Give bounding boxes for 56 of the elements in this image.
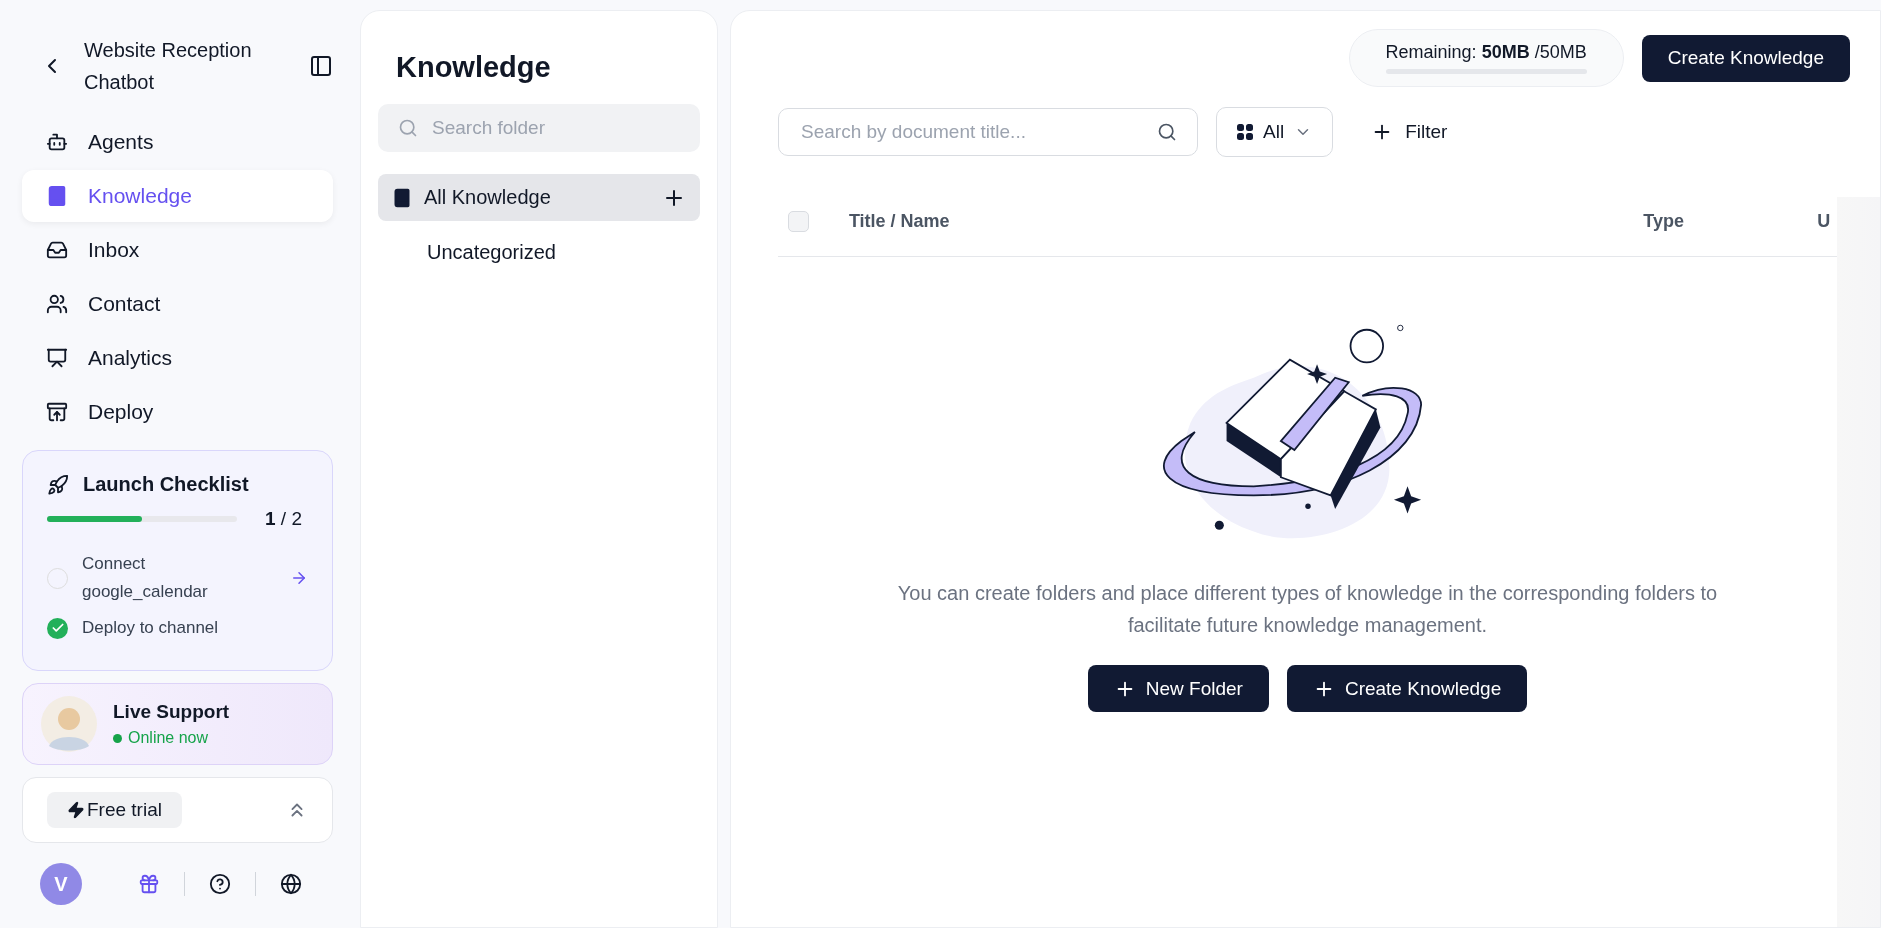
help-icon	[209, 873, 231, 895]
panel-title: Knowledge	[396, 51, 552, 84]
create-knowledge-button[interactable]: Create Knowledge	[1641, 34, 1850, 82]
filter-button[interactable]: Filter	[1351, 121, 1468, 143]
empty-message: You can create folders and place different types of knowledge in the corresponding folders to facilitate future knowledge management.	[896, 581, 1719, 638]
plan-label: Free trial	[87, 799, 162, 821]
column-header[interactable]: Type	[1643, 211, 1818, 232]
folder-item[interactable]: All Knowledge	[378, 174, 700, 221]
column-header[interactable]: U	[1817, 211, 1837, 232]
folder-search-field[interactable]: Search folder	[378, 104, 700, 152]
book-icon	[46, 185, 68, 207]
nav-item[interactable]: Knowledge	[22, 170, 333, 222]
nav-item[interactable]: Deploy	[22, 386, 333, 438]
book-icon	[392, 187, 412, 208]
globe-icon	[280, 873, 302, 895]
arrow-right-icon[interactable]	[290, 569, 308, 587]
column-header[interactable]: Title / Name	[848, 211, 1644, 232]
checklist-item: Connect google_calendar	[82, 553, 209, 603]
rocket-icon	[47, 473, 69, 496]
robot-icon	[46, 131, 68, 153]
document-search-field[interactable]: Search by document title...	[778, 108, 1198, 156]
progress-count: 1 / 2	[265, 508, 302, 530]
select-all-checkbox[interactable]	[788, 211, 809, 232]
new-folder-button[interactable]: New Folder	[1087, 665, 1269, 712]
chart-board-icon	[46, 347, 68, 369]
search-icon	[398, 118, 418, 138]
users-icon	[46, 293, 68, 315]
status-text: Online now	[128, 729, 209, 747]
help-button[interactable]	[209, 873, 231, 895]
create-knowledge-button[interactable]: Create Knowledge	[1286, 665, 1528, 712]
lightning-icon	[67, 801, 85, 819]
folder-search-input[interactable]: Search folder	[430, 116, 680, 140]
live-support-card[interactable]: Live Support Online now	[22, 683, 333, 765]
panel-icon	[309, 54, 333, 78]
inbox-icon	[46, 239, 68, 261]
nav-item[interactable]: Agents	[22, 116, 333, 168]
nav-item[interactable]: Contact	[22, 278, 333, 330]
gift-button[interactable]	[138, 873, 160, 895]
status-dot	[113, 733, 122, 743]
sidebar-toggle-button[interactable]	[309, 54, 333, 78]
checklist-title: Launch Checklist	[83, 473, 249, 496]
avatar-icon	[41, 696, 97, 752]
checklist-item: Deploy to channel	[82, 617, 220, 639]
storage-text: Remaining: 50MB /50MB	[1385, 42, 1587, 62]
grid-icon	[1237, 124, 1253, 140]
nav-item[interactable]: Analytics	[22, 332, 333, 384]
gift-icon	[138, 873, 160, 895]
type-dropdown[interactable]: All	[1216, 107, 1334, 157]
bot-name: Website Reception Chatbot	[84, 38, 253, 95]
nav-item[interactable]: Inbox	[22, 224, 333, 276]
folder-item[interactable]: Uncategorized	[378, 229, 700, 276]
search-icon	[1157, 122, 1177, 142]
download-box-icon	[46, 401, 68, 423]
support-title: Live Support	[113, 701, 230, 723]
language-button[interactable]	[280, 873, 302, 895]
document-search-input[interactable]: Search by document title...	[799, 120, 1145, 144]
